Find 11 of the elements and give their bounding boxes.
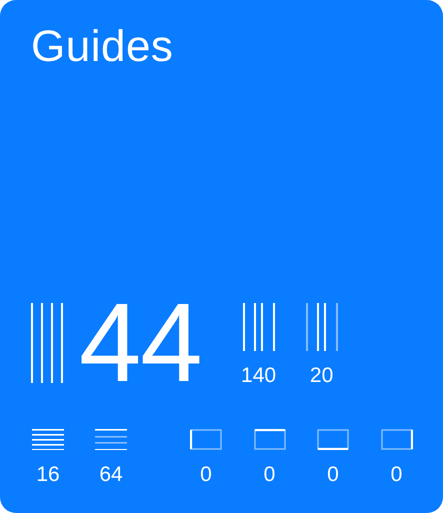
stat-value: 64 — [99, 463, 123, 487]
stat-value: 140 — [241, 364, 276, 388]
stat-value: 0 — [390, 463, 402, 487]
stat-value: 20 — [310, 364, 334, 388]
columns-icon — [31, 303, 63, 383]
stat-value: 0 — [327, 463, 339, 487]
column-count: 44 — [79, 303, 202, 383]
stat-value: 16 — [36, 463, 60, 487]
stat-value: 0 — [264, 463, 276, 487]
stat-value: 0 — [200, 463, 212, 487]
card-title: Guides — [31, 22, 174, 72]
